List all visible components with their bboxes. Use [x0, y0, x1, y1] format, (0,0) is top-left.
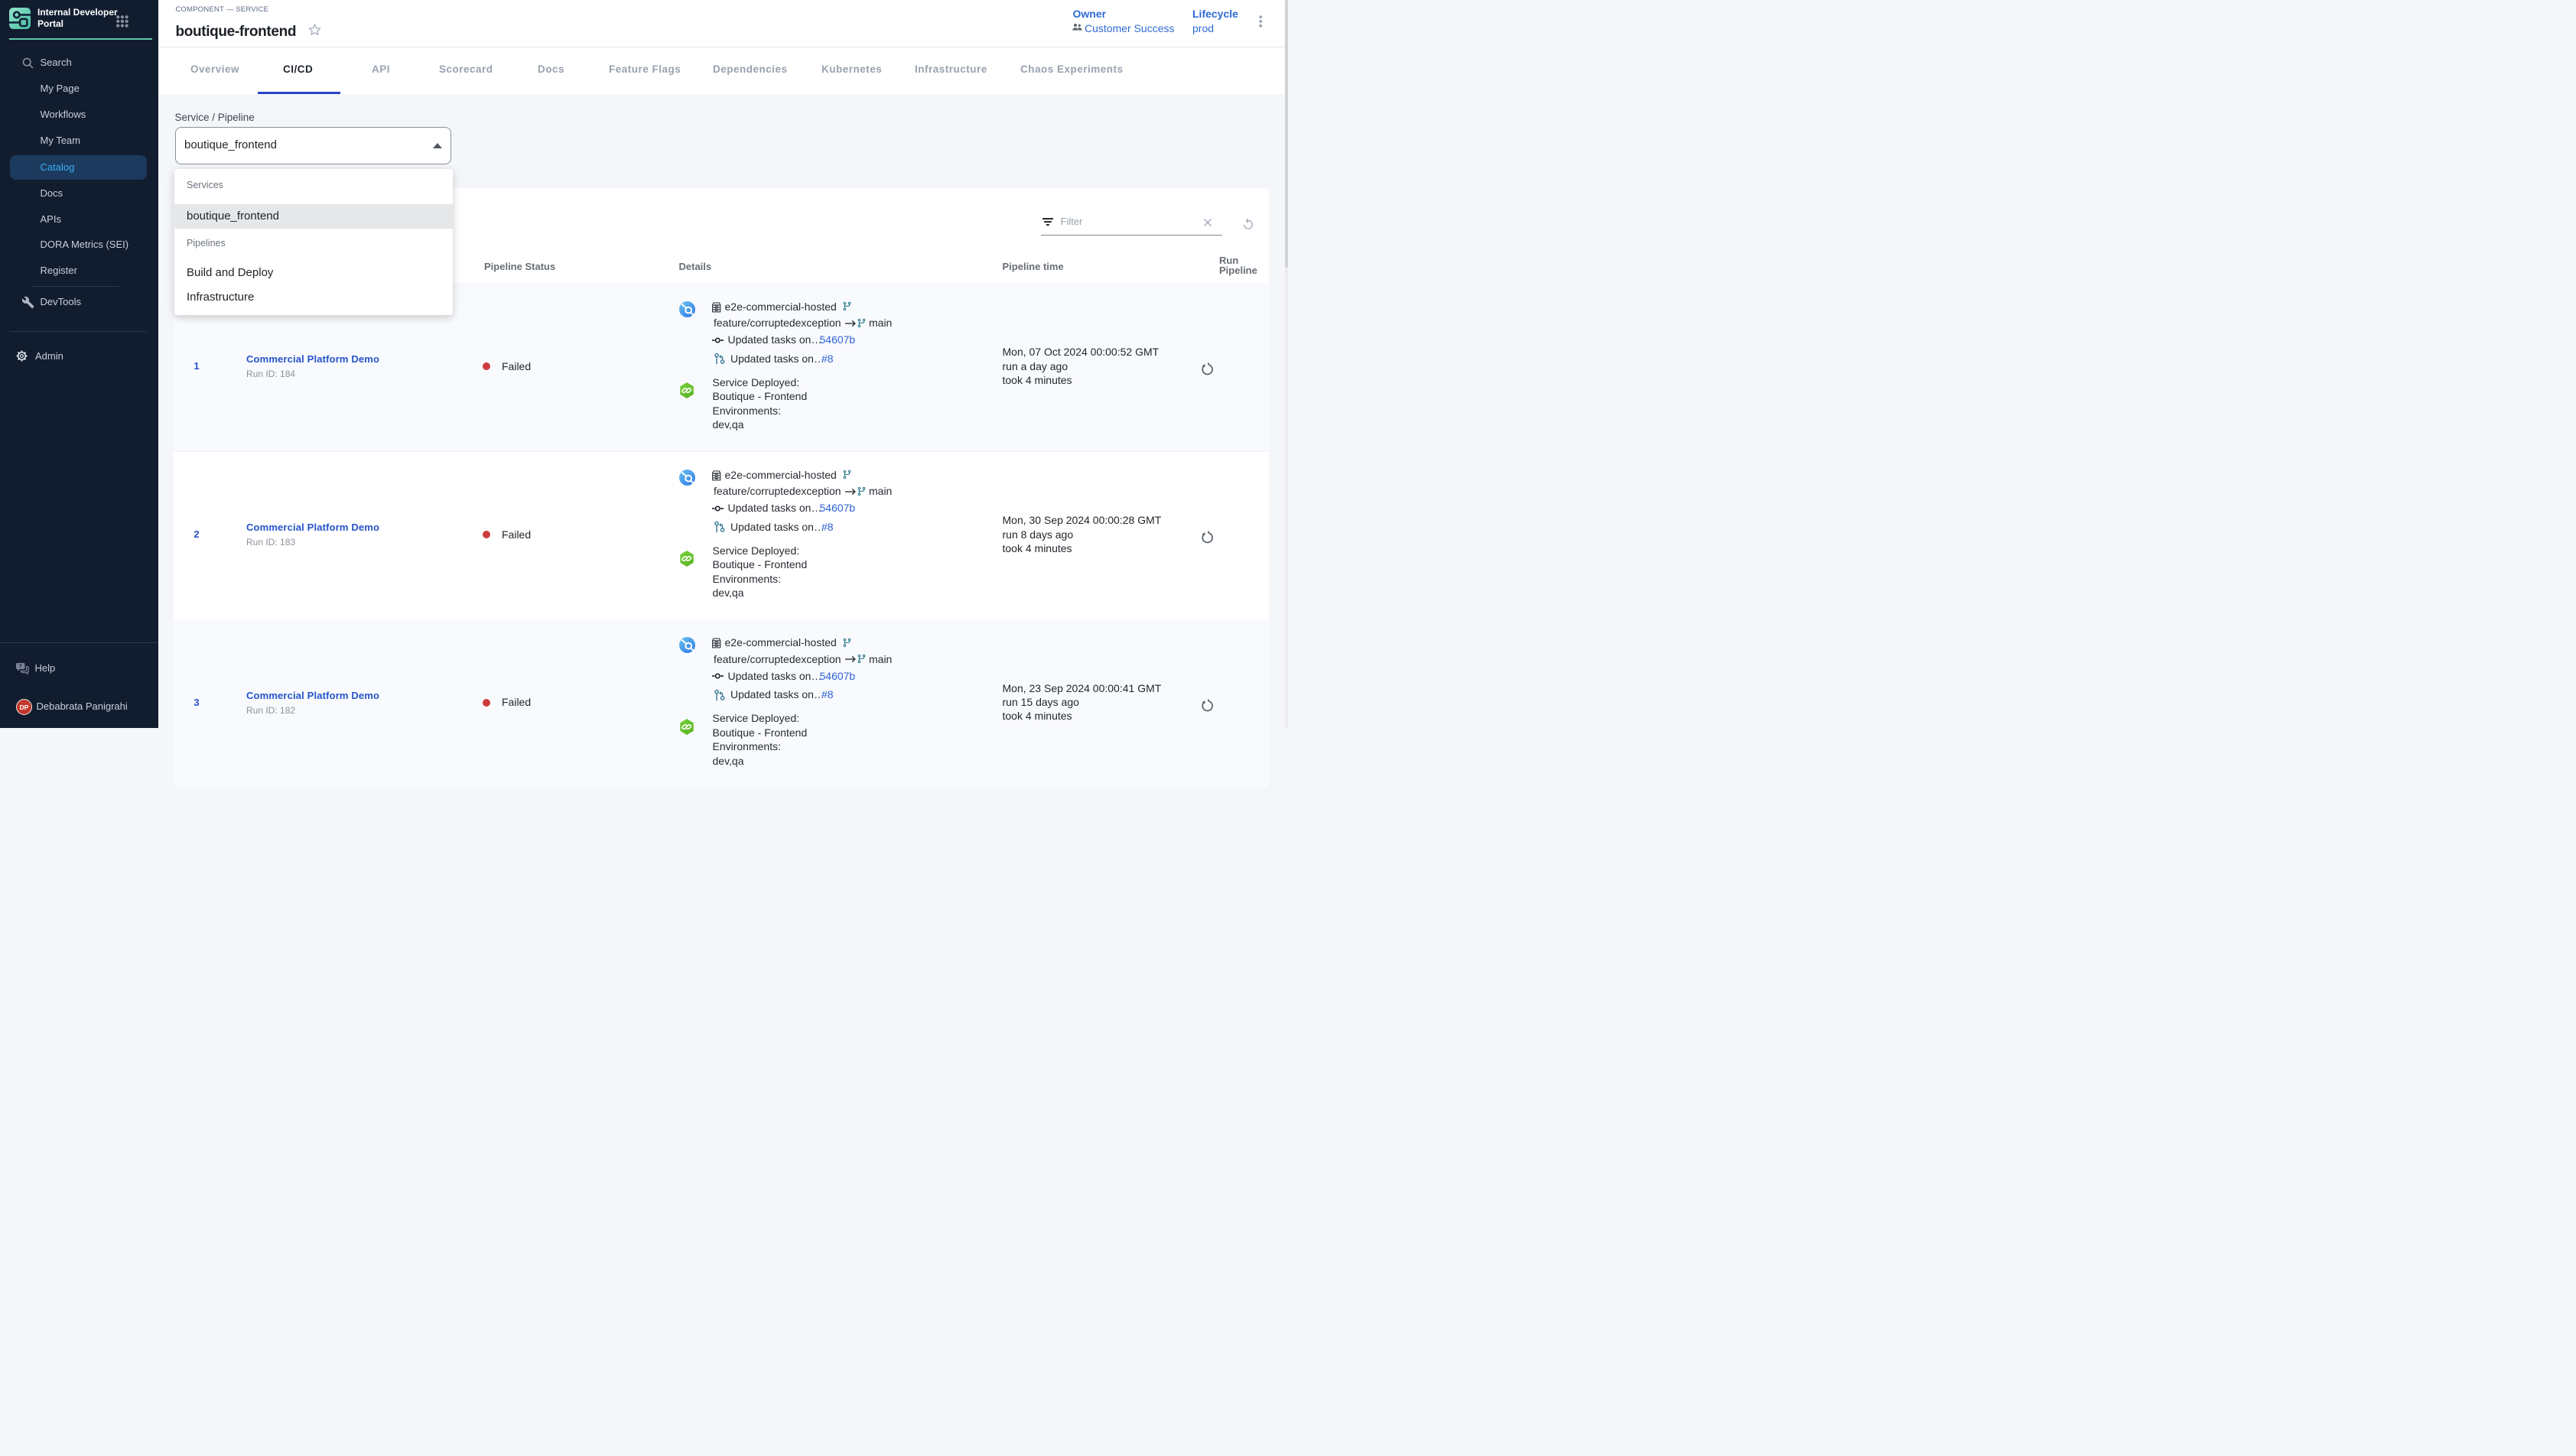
- svg-text:?: ?: [18, 664, 21, 669]
